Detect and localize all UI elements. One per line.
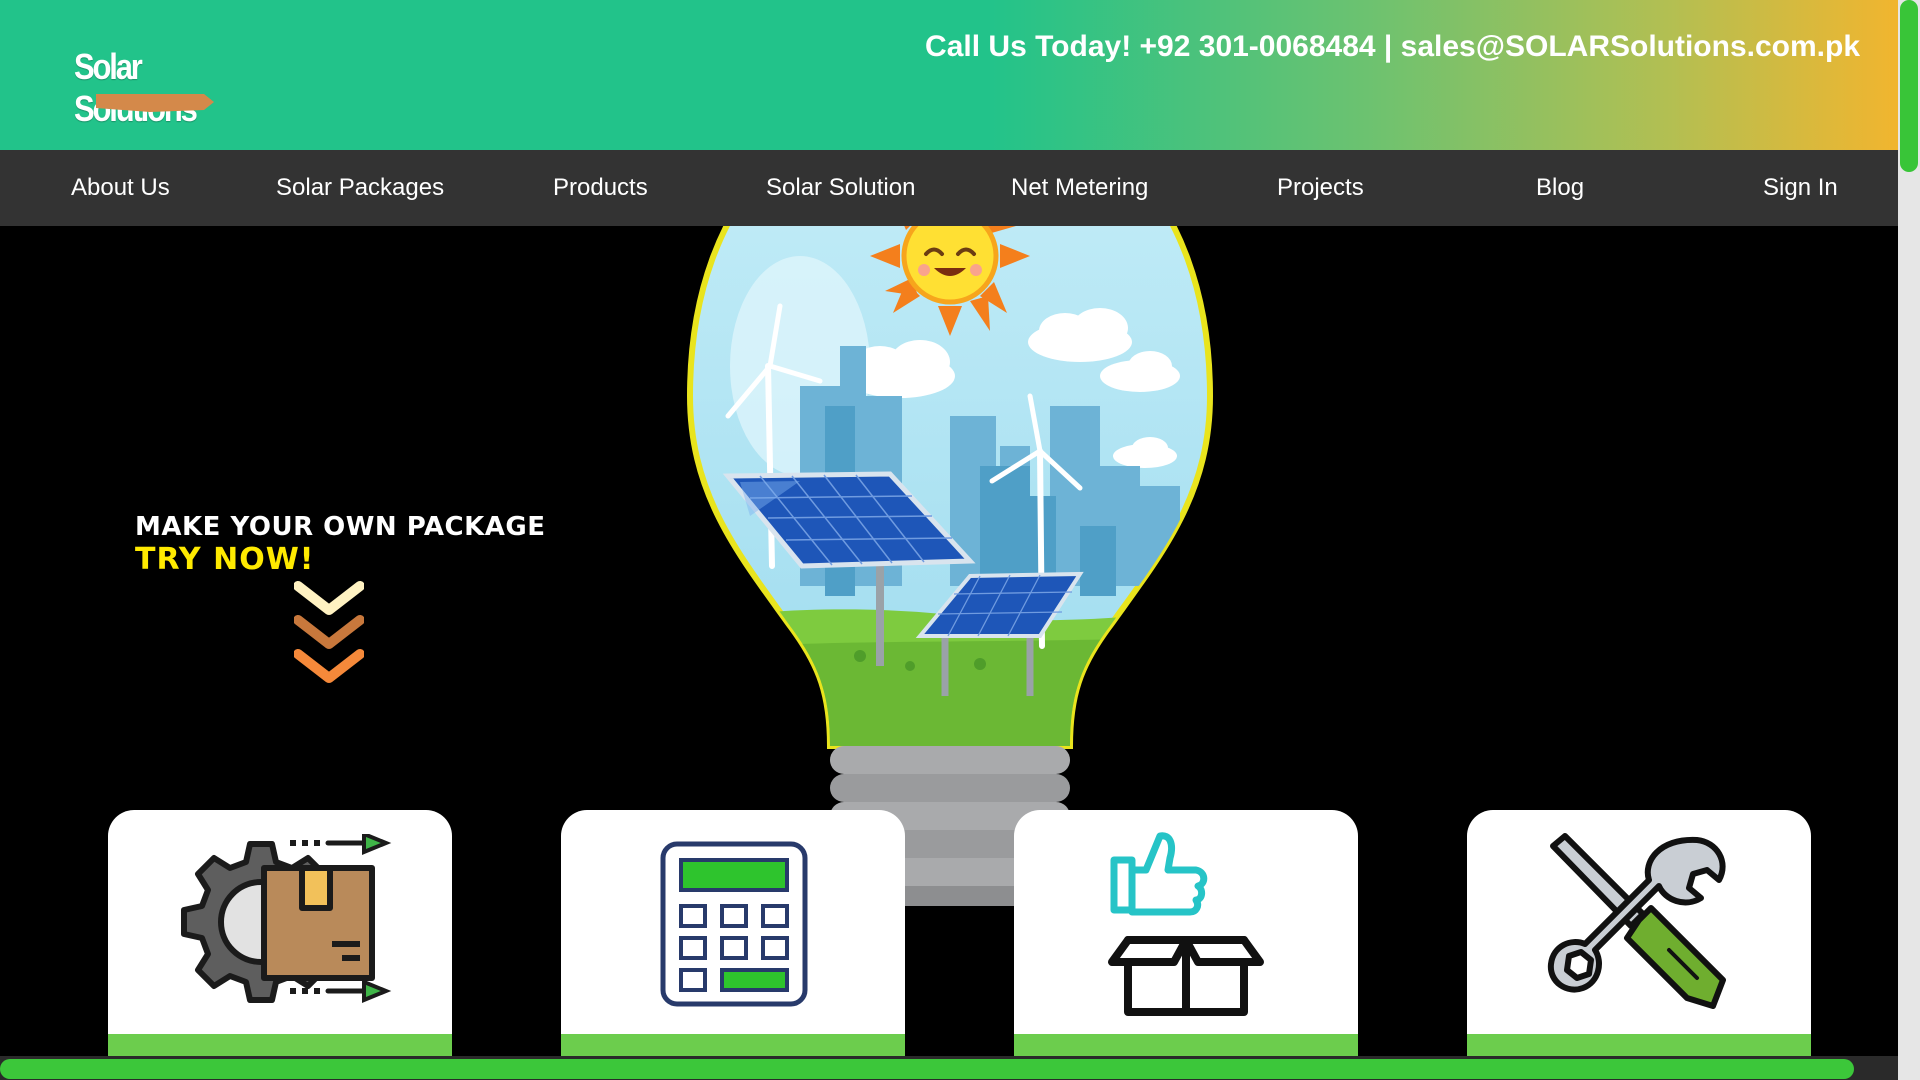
wrench-screwdriver-icon [1547, 833, 1726, 1009]
solar-lightbulb-illustration [686, 226, 1214, 906]
calculator-icon [660, 841, 808, 1007]
nav-products[interactable]: Products [553, 150, 648, 226]
feature-card-installation[interactable] [1467, 810, 1811, 1056]
main-navigation: About Us Solar Packages Products Solar S… [0, 150, 1898, 226]
horizontal-scrollbar[interactable] [0, 1056, 1898, 1080]
card-strip [1014, 1034, 1358, 1056]
cta-try-now[interactable]: TRY NOW! [135, 542, 314, 577]
nav-sign-in[interactable]: Sign In [1763, 150, 1838, 226]
nav-about-us[interactable]: About Us [71, 150, 170, 226]
card-strip [1467, 1034, 1811, 1056]
card-strip [108, 1034, 452, 1056]
card-strip [561, 1034, 905, 1056]
nav-solar-solution[interactable]: Solar Solution [766, 150, 915, 226]
nav-projects[interactable]: Projects [1277, 150, 1364, 226]
hero-banner: MAKE YOUR OWN PACKAGE TRY NOW! [0, 226, 1898, 1056]
nav-net-metering[interactable]: Net Metering [1011, 150, 1148, 226]
top-header: Solar Solutions Call Us Today! +92 301-0… [0, 0, 1898, 150]
gear-box-delivery-icon [181, 834, 392, 1003]
vertical-scrollbar[interactable] [1898, 0, 1920, 1080]
vertical-scrollbar-thumb[interactable] [1900, 0, 1918, 172]
logo-swoosh-icon [96, 94, 214, 112]
thumbs-up-box-icon [1108, 832, 1264, 1016]
cta-heading[interactable]: MAKE YOUR OWN PACKAGE [135, 512, 545, 542]
chevron-down-arrows-icon[interactable] [294, 580, 364, 692]
feature-card-delivery[interactable] [108, 810, 452, 1056]
logo[interactable]: Solar Solutions [74, 46, 234, 129]
feature-card-calculator[interactable] [561, 810, 905, 1056]
horizontal-scrollbar-thumb[interactable] [0, 1059, 1854, 1079]
nav-solar-packages[interactable]: Solar Packages [276, 150, 444, 226]
feature-card-quality[interactable] [1014, 810, 1358, 1056]
nav-blog[interactable]: Blog [1536, 150, 1584, 226]
contact-info: Call Us Today! +92 301-0068484 | sales@S… [925, 30, 1860, 63]
